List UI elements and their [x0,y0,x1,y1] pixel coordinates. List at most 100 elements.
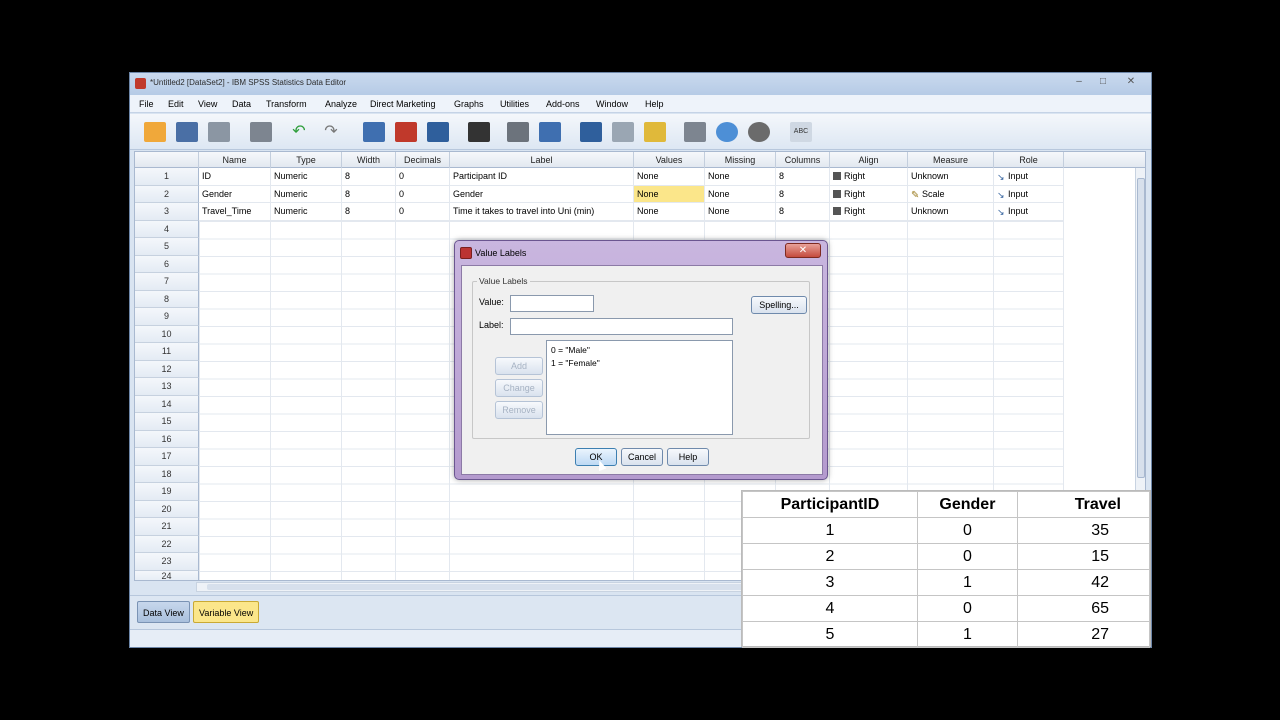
column-header-name[interactable]: Name [199,152,271,168]
menu-direct-marketing[interactable]: Direct Marketing [370,99,436,109]
scroll-thumb[interactable] [1137,178,1145,478]
row-number[interactable]: 18 [135,465,199,483]
cell-align[interactable]: Right [830,168,908,186]
row-number[interactable]: 20 [135,500,199,518]
cell-missing[interactable]: None [705,203,776,221]
change-button[interactable]: Change [495,379,543,397]
spelling-button[interactable]: Spelling... [751,296,807,314]
cell-columns[interactable]: 8 [776,185,830,203]
menu-data[interactable]: Data [232,99,251,109]
cell-width[interactable]: 8 [342,185,396,203]
close-button[interactable]: ✕ [1120,75,1142,89]
column-header-align[interactable]: Align [830,152,908,168]
variables-icon[interactable] [427,122,449,142]
cell-type[interactable]: Numeric [271,168,342,186]
menu-graphs[interactable]: Graphs [454,99,484,109]
list-item[interactable]: 0 = "Male" [551,344,728,357]
cell-missing[interactable]: None [705,185,776,203]
row-number[interactable]: 22 [135,535,199,553]
column-header-decimals[interactable]: Decimals [396,152,450,168]
insert-cases-icon[interactable] [507,122,529,142]
cell-columns[interactable]: 8 [776,203,830,221]
row-number[interactable]: 1 [135,168,199,186]
cell-measure[interactable]: ✎ Scale [908,185,994,203]
title-bar[interactable]: *Untitled2 [DataSet2] - IBM SPSS Statist… [130,73,1151,95]
cell-measure[interactable]: Unknown [908,203,994,221]
column-header-values[interactable]: Values [634,152,705,168]
cell-width[interactable]: 8 [342,168,396,186]
value-labels-icon[interactable] [684,122,706,142]
cell-width[interactable]: 8 [342,203,396,221]
open-icon[interactable] [144,122,166,142]
column-header-role[interactable]: Role [994,152,1064,168]
find-icon[interactable] [468,122,490,142]
column-header-measure[interactable]: Measure [908,152,994,168]
spell-check-icon[interactable]: ABC [790,122,812,142]
cell-values[interactable]: None [634,203,705,221]
menu-transform[interactable]: Transform [266,99,307,109]
cell-missing[interactable]: None [705,168,776,186]
row-number[interactable]: 12 [135,360,199,378]
split-file-icon[interactable] [580,122,602,142]
column-header-width[interactable]: Width [342,152,396,168]
cell-name[interactable]: Gender [199,185,271,203]
row-number[interactable]: 15 [135,413,199,431]
minimize-button[interactable]: – [1068,75,1090,89]
row-number[interactable]: 6 [135,255,199,273]
dialog-close-button[interactable]: ✕ [785,243,821,258]
row-number[interactable]: 9 [135,308,199,326]
tab-variable-view[interactable]: Variable View [193,601,260,623]
cell-decimals[interactable]: 0 [396,185,450,203]
dialog-recall-icon[interactable] [250,122,272,142]
menu-help[interactable]: Help [645,99,664,109]
row-number[interactable]: 8 [135,290,199,308]
menu-add-ons[interactable]: Add-ons [546,99,580,109]
cell-role[interactable]: ↘ Input [994,203,1064,221]
remove-button[interactable]: Remove [495,401,543,419]
cell-name[interactable]: Travel_Time [199,203,271,221]
column-header-missing[interactable]: Missing [705,152,776,168]
row-number[interactable]: 4 [135,220,199,238]
print-icon[interactable] [208,122,230,142]
column-header-type[interactable]: Type [271,152,342,168]
row-number[interactable]: 3 [135,203,199,221]
cell-values[interactable]: None [634,168,705,186]
cell-decimals[interactable]: 0 [396,168,450,186]
row-number[interactable]: 10 [135,325,199,343]
undo-icon[interactable]: ↶ [288,122,310,142]
cell-name[interactable]: ID [199,168,271,186]
row-number[interactable]: 16 [135,430,199,448]
cell-columns[interactable]: 8 [776,168,830,186]
row-number[interactable]: 5 [135,238,199,256]
save-icon[interactable] [176,122,198,142]
menu-view[interactable]: View [198,99,217,109]
tab-data-view[interactable]: Data View [137,601,190,623]
goto-variable-icon[interactable] [395,122,417,142]
row-number[interactable]: 17 [135,448,199,466]
cell-label[interactable]: Time it takes to travel into Uni (min) [450,203,634,221]
select-cases-icon[interactable] [644,122,666,142]
menu-utilities[interactable]: Utilities [500,99,529,109]
scroll-thumb[interactable] [207,584,807,590]
column-header-label[interactable]: Label [450,152,634,168]
redo-icon[interactable]: ↷ [320,122,342,142]
cell-align[interactable]: Right [830,185,908,203]
cell-align[interactable]: Right [830,203,908,221]
cell-role[interactable]: ↘ Input [994,185,1064,203]
help-button[interactable]: Help [667,448,709,466]
value-labels-list[interactable]: 0 = "Male" 1 = "Female" [546,340,733,435]
cell-type[interactable]: Numeric [271,203,342,221]
maximize-button[interactable]: □ [1092,75,1114,89]
weight-cases-icon[interactable] [612,122,634,142]
row-number[interactable]: 11 [135,343,199,361]
cancel-button[interactable]: Cancel [621,448,663,466]
cell-values-selected[interactable]: None [634,185,705,203]
row-number[interactable]: 23 [135,553,199,571]
menu-analyze[interactable]: Analyze [325,99,357,109]
menu-window[interactable]: Window [596,99,628,109]
insert-variable-icon[interactable] [539,122,561,142]
cell-type[interactable]: Numeric [271,185,342,203]
cell-label[interactable]: Participant ID [450,168,634,186]
row-number[interactable]: 13 [135,378,199,396]
goto-case-icon[interactable] [363,122,385,142]
